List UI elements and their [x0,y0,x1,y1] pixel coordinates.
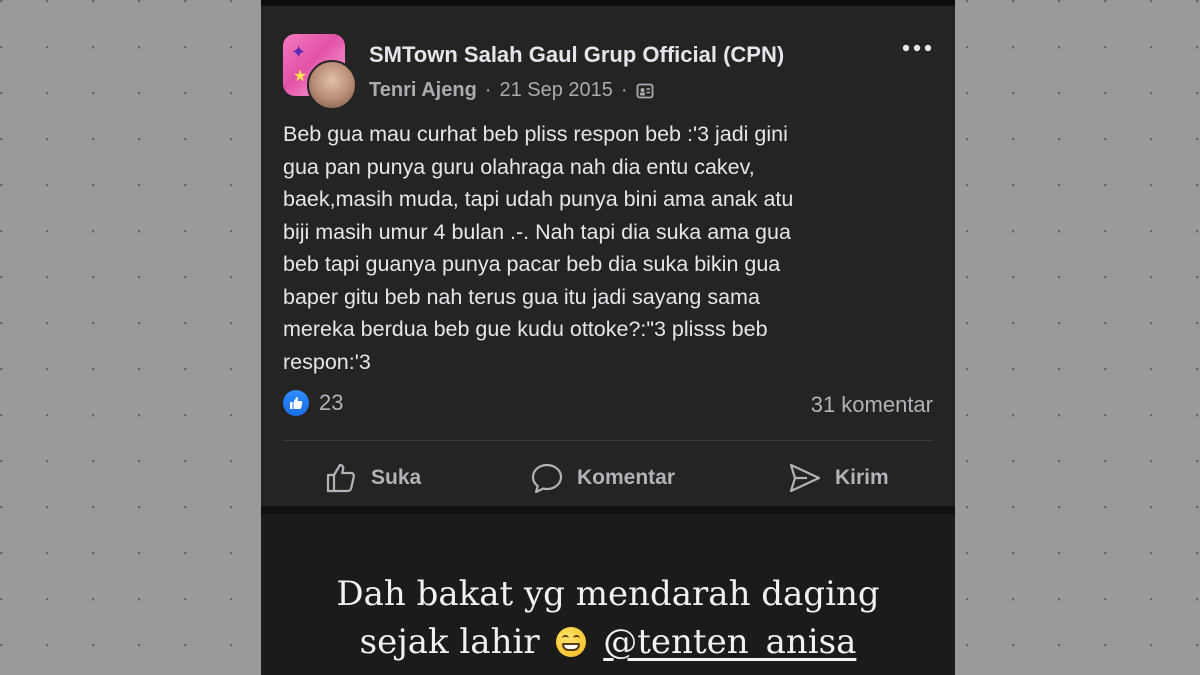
post-date[interactable]: 21 Sep 2015 [499,79,612,102]
more-dots-icon [902,44,932,52]
send-icon [789,463,821,493]
reaction-count: 23 [319,390,344,415]
send-button[interactable]: Kirim [787,454,889,502]
caption-line-2-text: sejak lahir [359,622,540,662]
comment-count[interactable]: 31 komentar [811,392,933,418]
reaction-summary[interactable]: 23 [283,390,343,416]
like-button[interactable]: Suka [323,454,421,502]
author-name[interactable]: Tenri Ajeng [369,79,477,102]
comment-button-label: Komentar [577,466,676,489]
comment-button[interactable]: Komentar [529,454,675,502]
send-button-label: Kirim [835,466,889,489]
meta-separator: · [484,79,492,101]
grinning-face-icon [556,627,587,657]
thumbs-up-icon [326,463,356,493]
like-reaction-icon [283,390,309,416]
facebook-post-card: ✦ ★ SMTown Salah Gaul Grup Official (CPN… [261,6,955,506]
group-name[interactable]: SMTown Salah Gaul Grup Official (CPN) [369,42,784,68]
group-avatar-decoration: ★ [293,68,308,85]
post-bottom-divider [261,506,955,514]
post-body-text: Beb gua mau curhat beb pliss respon beb … [283,122,794,374]
meta-separator: · [620,79,628,101]
like-button-label: Suka [371,466,422,489]
author-avatar[interactable] [307,60,357,110]
action-divider [283,440,933,441]
group-avatar-decoration: ✦ [291,42,307,62]
mention-link[interactable]: @tenten_anisa [603,622,856,662]
story-frame: ✦ ★ SMTown Salah Gaul Grup Official (CPN… [261,0,955,675]
comment-icon [531,463,563,494]
more-options-button[interactable] [897,36,937,60]
caption-line-1: Dah bakat yg mendarah daging [336,574,880,614]
story-caption: Dah bakat yg mendarah daging sejak lahir… [261,570,955,666]
post-avatar-group[interactable]: ✦ ★ [283,34,357,110]
group-privacy-icon [636,82,654,100]
post-action-bar: Suka Komentar Kirim [261,454,955,502]
post-meta: Tenri Ajeng · 21 Sep 2015 · [369,79,654,102]
caption-line-2: sejak lahir @tenten_anisa [261,618,955,666]
